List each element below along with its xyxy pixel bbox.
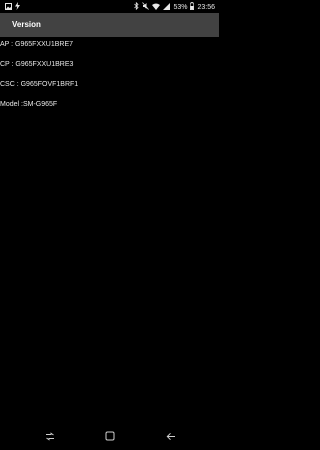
battery-icon	[190, 2, 195, 12]
bluetooth-icon	[134, 1, 140, 12]
back-icon	[166, 432, 175, 440]
recent-apps-icon	[46, 431, 54, 441]
csc-version-text: CSC : G965FOVF1BRF1	[0, 81, 79, 88]
lightning-icon	[15, 2, 20, 12]
battery-percent: 53%	[173, 3, 188, 11]
app-bar: Version	[0, 13, 219, 37]
status-time: 23:56	[197, 3, 215, 11]
navigation-bar	[0, 422, 219, 450]
model-text: Model :SM-G965F	[0, 101, 58, 108]
recent-apps-button[interactable]	[44, 430, 56, 442]
status-bar-right: 53% 23:56	[134, 1, 215, 12]
cp-version-text: CP : G965FXXU1BRE3	[0, 61, 74, 68]
status-bar: 53% 23:56	[0, 0, 219, 13]
gallery-icon	[5, 2, 12, 12]
screen: 53% 23:56 Version AP : G965FXXU1BRE7 CP …	[0, 0, 219, 450]
status-bar-left	[5, 2, 23, 12]
page-title: Version	[12, 20, 41, 29]
signal-icon	[163, 2, 171, 12]
mute-icon	[142, 2, 150, 12]
home-button[interactable]	[104, 430, 116, 442]
back-button[interactable]	[165, 430, 177, 442]
ap-version-text: AP : G965FXXU1BRE7	[0, 41, 74, 48]
home-icon	[105, 431, 115, 441]
wifi-icon	[152, 3, 161, 12]
